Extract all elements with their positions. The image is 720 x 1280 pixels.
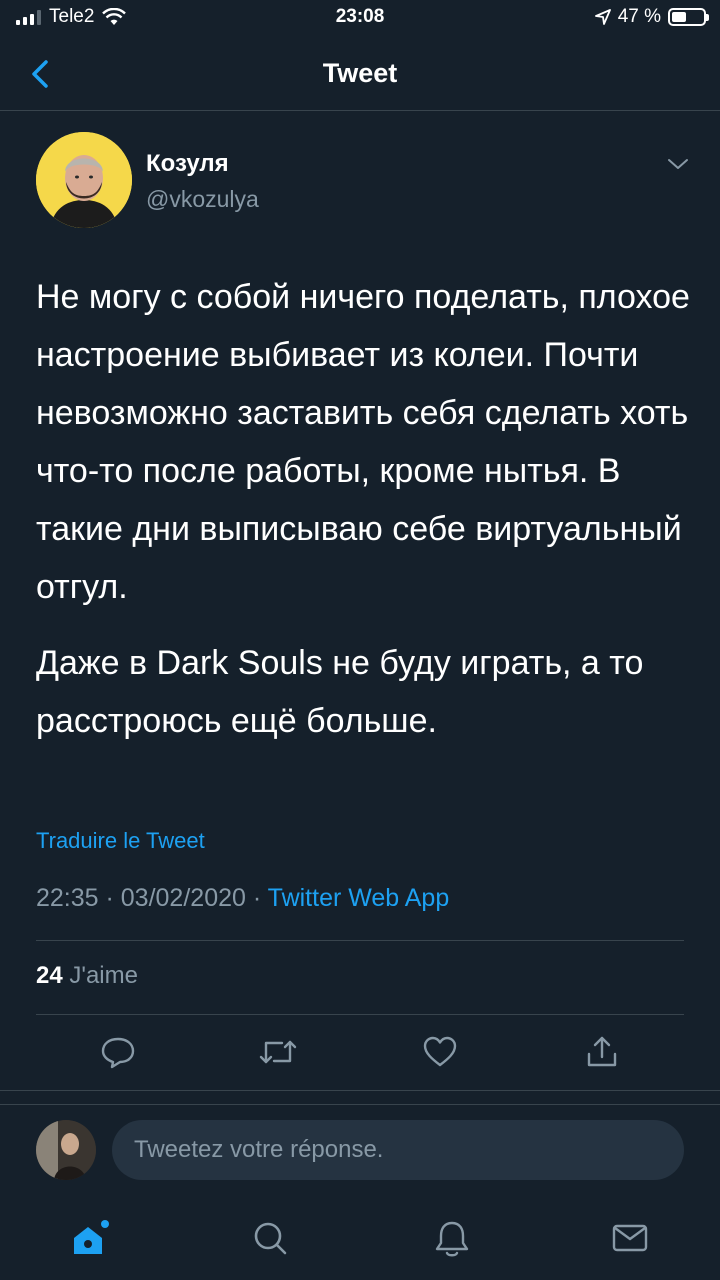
author-handle[interactable]: @vkozulya	[146, 186, 259, 213]
tab-bar	[0, 1200, 720, 1280]
translate-tweet-link[interactable]: Traduire le Tweet	[36, 828, 205, 854]
tab-notifications[interactable]	[428, 1214, 476, 1262]
author-portrait	[36, 132, 132, 228]
tweet-actions	[0, 1030, 720, 1078]
tweet-detail-screen: Tele2 23:08 47 % Tweet Козуля @vkozulya …	[0, 0, 720, 1280]
search-icon	[254, 1222, 287, 1255]
tweet-meta: 22:35 · 03/02/2020 · Twitter Web App	[36, 884, 449, 913]
chevron-down-icon	[668, 159, 688, 169]
divider	[36, 940, 684, 941]
share-button[interactable]	[580, 1030, 624, 1074]
likes-label: J'aime	[69, 962, 138, 989]
reply-icon	[101, 1037, 135, 1069]
battery-level	[672, 12, 686, 22]
divider	[36, 1014, 684, 1015]
tweet-author: Козуля @vkozulya	[36, 130, 690, 230]
share-icon	[587, 1036, 617, 1067]
heart-icon	[423, 1036, 457, 1067]
notifications-icon	[435, 1221, 469, 1257]
tab-home[interactable]	[66, 1214, 114, 1262]
tweet-paragraph: Даже в Dark Souls не буду играть, а то р…	[36, 644, 644, 740]
tab-search[interactable]	[246, 1214, 294, 1262]
messages-icon	[612, 1224, 648, 1252]
reply-input[interactable]	[112, 1120, 684, 1180]
author-avatar[interactable]	[36, 132, 132, 228]
home-icon	[74, 1220, 109, 1254]
location-arrow-icon	[594, 9, 611, 25]
like-button[interactable]	[418, 1030, 462, 1074]
tweet-source-link[interactable]: Twitter Web App	[268, 884, 450, 912]
status-bar: Tele2 23:08 47 %	[0, 0, 720, 40]
likes-count: 24	[36, 962, 63, 989]
user-avatar[interactable]	[36, 1120, 96, 1180]
battery-percent: 47 %	[617, 6, 661, 27]
user-portrait	[36, 1120, 96, 1180]
reply-button[interactable]	[96, 1030, 140, 1074]
page-title: Tweet	[322, 58, 398, 88]
tweet-timestamp: 22:35 · 03/02/2020 ·	[36, 884, 268, 912]
tab-messages[interactable]	[606, 1214, 654, 1262]
divider	[0, 1104, 720, 1105]
tweet-text: Не могу с собой ничего поделать, плохое …	[36, 268, 690, 750]
author-name[interactable]: Козуля	[146, 150, 229, 178]
more-options-button[interactable]	[666, 152, 690, 176]
battery-icon	[668, 8, 709, 26]
divider	[0, 1090, 720, 1091]
status-right: 47 %	[594, 6, 709, 28]
likes-stat[interactable]: 24 J'aime	[36, 962, 138, 990]
navigation-bar: Tweet	[0, 40, 720, 111]
retweet-icon	[259, 1040, 297, 1064]
retweet-button[interactable]	[256, 1030, 300, 1074]
tweet-paragraph: Не могу с собой ничего поделать, плохое …	[36, 278, 690, 606]
